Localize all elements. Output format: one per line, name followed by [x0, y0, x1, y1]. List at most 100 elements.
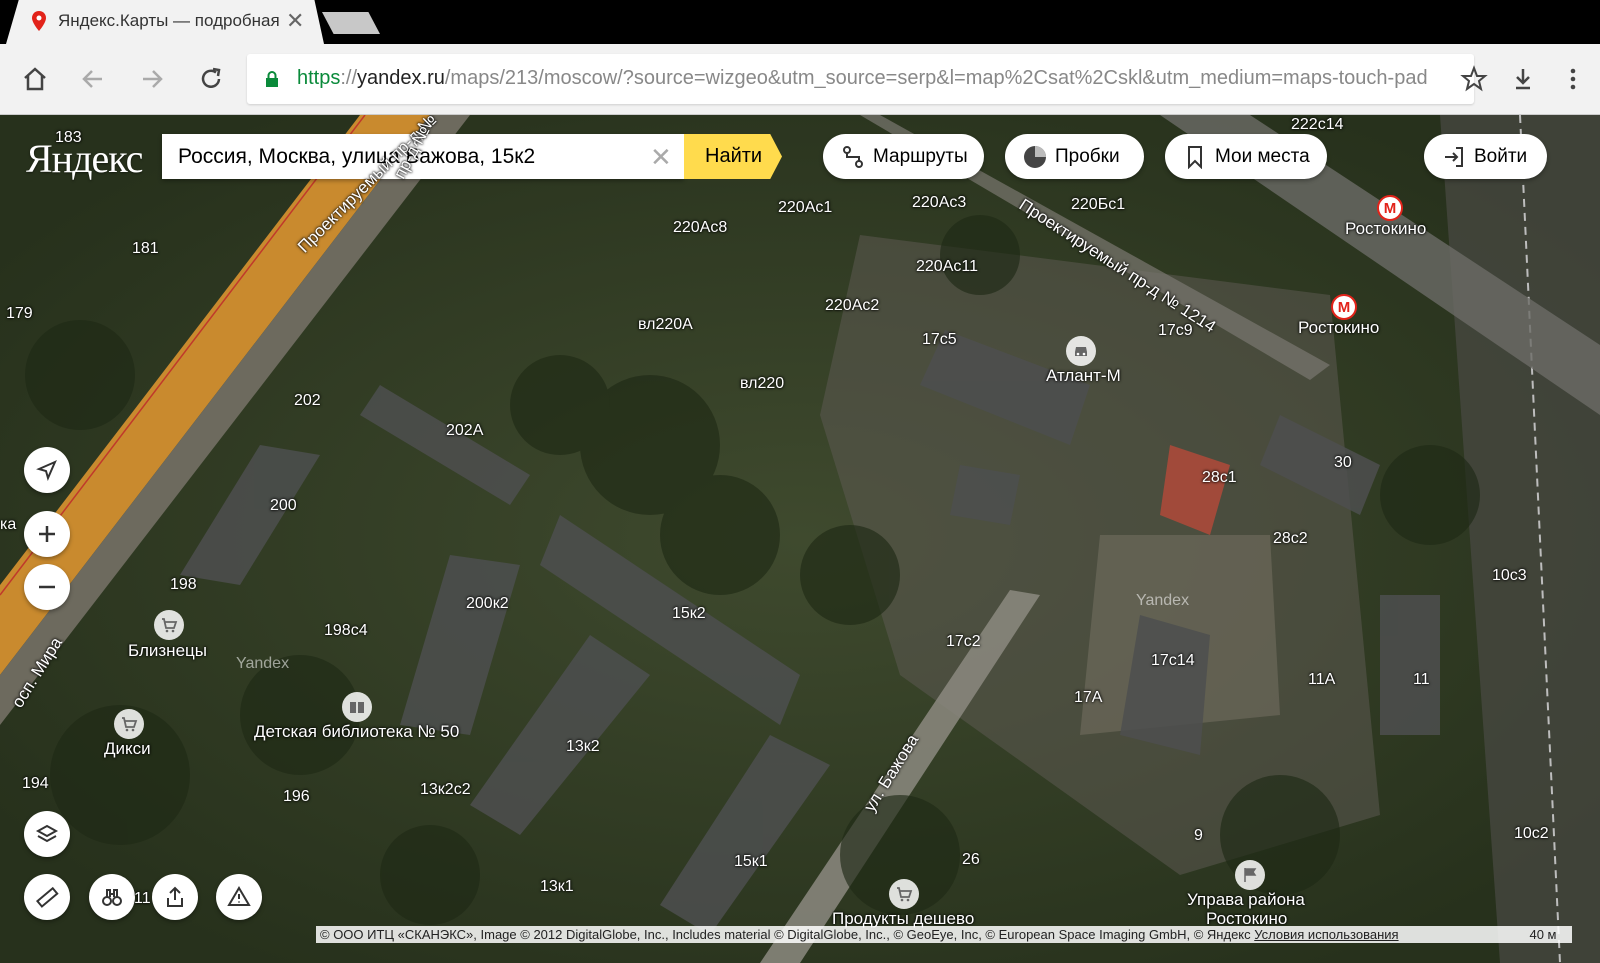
locate-me-button[interactable]	[24, 447, 70, 493]
share-icon	[167, 886, 183, 907]
building-label: 220Ас11	[916, 258, 978, 275]
building-label: 11А	[1308, 671, 1336, 688]
yandex-watermark: Yandex	[1136, 592, 1190, 609]
building-label: 17с14	[1151, 652, 1195, 669]
building-label: 15к1	[734, 853, 768, 870]
yandex-logo[interactable]: Яндекс	[26, 135, 143, 182]
routes-button[interactable]: Маршруты	[823, 134, 984, 179]
share-button[interactable]	[152, 874, 198, 920]
report-problem-button[interactable]	[216, 874, 262, 920]
government-poi[interactable]	[1235, 860, 1265, 890]
metro-label[interactable]: Ростокино	[1298, 318, 1379, 338]
building-label: 196	[283, 788, 310, 805]
map-canvas[interactable]: Яндекс Россия, Москва, улица Бажова, 15к…	[0, 115, 1600, 963]
traffic-icon	[1024, 145, 1046, 168]
shop-poi[interactable]	[114, 709, 144, 739]
my-places-button[interactable]: Мои места	[1165, 134, 1327, 179]
layers-button[interactable]	[24, 811, 70, 857]
zoom-in-button[interactable]	[24, 511, 70, 557]
binoculars-icon	[102, 889, 122, 906]
building-label: 15к2	[672, 605, 706, 622]
building-label: 13к2с2	[420, 781, 471, 798]
building-label: 220Ас2	[825, 297, 880, 314]
url-text: https://yandex.ru/maps/213/moscow/?sourc…	[297, 67, 1428, 89]
route-icon	[843, 145, 863, 168]
building-label: 9	[1194, 827, 1203, 844]
panorama-button[interactable]	[89, 874, 135, 920]
ruler-button[interactable]	[24, 874, 70, 920]
building-label: 17А	[1074, 689, 1103, 706]
metro-icon[interactable]: M	[1377, 195, 1403, 221]
shop-poi[interactable]	[889, 879, 919, 909]
reload-icon[interactable]	[196, 64, 226, 94]
building-label: 17с9	[1158, 322, 1193, 339]
find-button[interactable]: Найти	[684, 134, 782, 179]
building-label: 17с5	[922, 331, 957, 348]
back-arrow-icon[interactable]	[78, 64, 108, 94]
poi-label[interactable]: Близнецы	[128, 641, 207, 661]
building-label: 198	[170, 576, 197, 593]
building-label: 10с2	[1514, 825, 1549, 842]
home-icon[interactable]	[20, 64, 50, 94]
building-label: 11	[134, 890, 151, 907]
car-dealer-poi[interactable]	[1066, 336, 1096, 366]
library-poi[interactable]	[342, 692, 372, 722]
poi-label[interactable]: Управа района	[1187, 890, 1305, 910]
download-icon[interactable]	[1508, 64, 1538, 94]
lock-icon	[266, 71, 278, 87]
menu-dots-icon[interactable]	[1558, 64, 1588, 94]
building-label: 17с2	[946, 633, 981, 650]
building-label: вл220А	[638, 316, 693, 333]
plus-icon	[39, 526, 55, 542]
tab-close-icon[interactable]: ✕	[286, 8, 304, 34]
building-label: 11	[1413, 671, 1430, 688]
browser-tab[interactable]: Яндекс.Карты — подробная ✕	[6, 0, 324, 44]
building-label: 222с14	[1291, 116, 1344, 133]
building-label: 200	[270, 497, 297, 514]
zoom-out-button[interactable]	[24, 564, 70, 610]
building-label: 28с1	[1202, 469, 1237, 486]
poi-label[interactable]: Детская библиотека № 50	[254, 722, 459, 742]
find-button-label: Найти	[705, 145, 763, 167]
building-label: 179	[6, 305, 33, 322]
url-path: /maps/213/moscow/?source=wizgeo&utm_sour…	[444, 67, 1428, 89]
layers-icon	[35, 824, 59, 843]
bookmark-icon	[1188, 145, 1202, 169]
copyright-bar: © ООО ИТЦ «СКАНЭКС», Image © 2012 Digita…	[316, 926, 1514, 943]
new-tab-button[interactable]	[322, 12, 380, 34]
building-label: 202	[294, 392, 321, 409]
metro-icon[interactable]: M	[1331, 294, 1357, 320]
address-bar[interactable]: https://yandex.ru/maps/213/moscow/?sourc…	[247, 54, 1474, 104]
shop-poi[interactable]	[154, 610, 184, 640]
building-label: 183	[55, 129, 82, 146]
building-label: 198с4	[324, 622, 368, 639]
building-label: 26	[962, 851, 980, 868]
clear-icon[interactable]: ✕	[650, 142, 672, 173]
building-label: вл220	[740, 375, 785, 392]
building-label: 220Ас1	[778, 199, 833, 216]
tab-title: Яндекс.Карты — подробная	[58, 11, 280, 30]
building-label: 13к1	[540, 878, 574, 895]
building-label: 28с2	[1273, 530, 1308, 547]
copyright-text: © ООО ИТЦ «СКАНЭКС», Image © 2012 Digita…	[320, 927, 1251, 942]
building-label: 13к2	[566, 738, 600, 755]
forward-arrow-icon[interactable]	[137, 64, 167, 94]
login-button[interactable]: Войти	[1424, 134, 1547, 179]
building-label: 220Ас3	[912, 194, 967, 211]
traffic-label: Пробки	[1055, 145, 1120, 167]
url-scheme: https	[297, 67, 341, 89]
login-icon	[1445, 146, 1463, 167]
star-icon[interactable]	[1459, 64, 1489, 94]
building-label: 181	[132, 240, 159, 257]
poi-label[interactable]: Дикси	[104, 739, 151, 759]
traffic-button[interactable]: Пробки	[1005, 134, 1144, 179]
search-input-value: Россия, Москва, улица Бажова, 15к2	[178, 145, 536, 168]
metro-label[interactable]: Ростокино	[1345, 219, 1426, 239]
navigation-arrow-icon	[36, 460, 57, 481]
poi-label[interactable]: Атлант-М	[1046, 366, 1121, 386]
login-label: Войти	[1474, 145, 1528, 167]
minus-icon	[39, 585, 55, 589]
browser-toolbar: https://yandex.ru/maps/213/moscow/?sourc…	[0, 44, 1600, 115]
building-label: 200к2	[466, 595, 509, 612]
terms-link[interactable]: Условия использования	[1254, 927, 1398, 942]
